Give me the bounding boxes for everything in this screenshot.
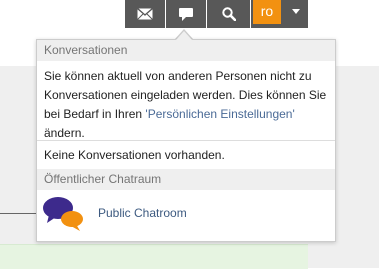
conversations-header: Konversationen: [37, 40, 335, 61]
success-banner: [0, 244, 308, 269]
public-chat-header: Öffentlicher Chatraum: [37, 169, 335, 190]
section-divider: [37, 140, 335, 141]
user-menu-button[interactable]: ro: [251, 0, 308, 28]
personal-settings-link[interactable]: 'Persönlichen Einstellungen': [145, 107, 294, 121]
no-conversations-text: Keine Konversationen vorhanden.: [44, 148, 225, 162]
mail-button[interactable]: [125, 0, 165, 28]
chat-button[interactable]: [166, 0, 206, 28]
conversations-dropdown: Konversationen Sie können aktuell von an…: [36, 39, 336, 242]
conversations-info-text: Sie können aktuell von anderen Personen …: [44, 67, 332, 143]
top-bar: ro: [0, 0, 379, 28]
public-chatroom-label[interactable]: Public Chatroom: [98, 204, 187, 223]
chevron-down-icon[interactable]: [292, 9, 300, 14]
avatar[interactable]: ro: [253, 0, 281, 24]
public-chatroom-item[interactable]: Public Chatroom: [37, 193, 335, 235]
info-text-end: ändern.: [44, 126, 85, 140]
chat-bubble-icon: [179, 7, 193, 21]
divider-line: [0, 213, 36, 214]
search-button[interactable]: [207, 0, 250, 28]
mail-icon: [137, 8, 153, 20]
chatroom-icon: [43, 197, 83, 231]
dropdown-pointer-fill: [176, 31, 192, 40]
search-icon: [221, 7, 236, 21]
